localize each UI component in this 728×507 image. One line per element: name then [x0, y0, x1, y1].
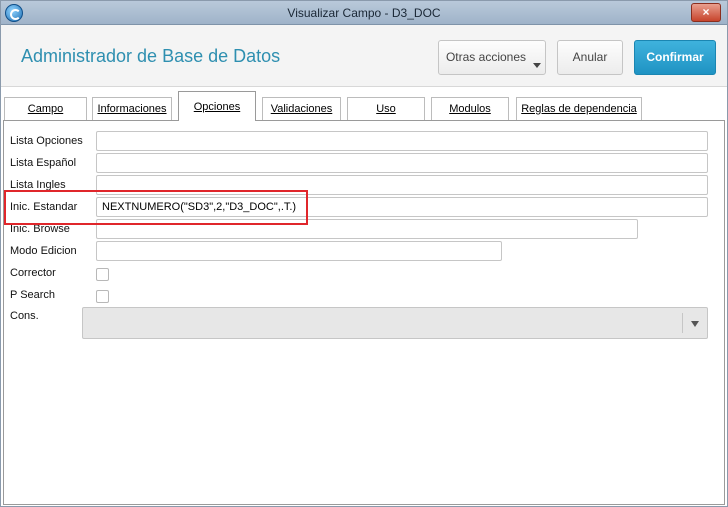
corrector-label: Corrector [10, 267, 56, 279]
confirm-button[interactable]: Confirmar [634, 40, 716, 75]
page-title: Administrador de Base de Datos [21, 46, 281, 66]
modo-edicion-input[interactable] [96, 241, 502, 261]
cancel-button[interactable]: Anular [557, 40, 623, 75]
p-search-checkbox[interactable] [96, 290, 109, 303]
corrector-checkbox[interactable] [96, 268, 109, 281]
cons-label: Cons. [10, 310, 39, 322]
tab-uso[interactable]: Uso [347, 97, 425, 120]
lista-opciones-input[interactable] [96, 131, 708, 151]
highlight-box [4, 190, 308, 225]
window-title: Visualizar Campo - D3_DOC [287, 6, 441, 20]
cons-select[interactable] [82, 307, 708, 339]
p-search-label: P Search [10, 289, 56, 301]
other-actions-button[interactable]: Otras acciones [438, 40, 546, 75]
tab-bar: Campo Informaciones Opciones Validacione… [1, 87, 727, 121]
tab-campo[interactable]: Campo [4, 97, 87, 120]
lista-opciones-label: Lista Opciones [10, 135, 83, 147]
close-button[interactable]: × [691, 3, 721, 22]
select-divider [682, 313, 683, 333]
other-actions-label: Otras acciones [445, 50, 527, 64]
chevron-down-icon [533, 63, 541, 68]
dropdown-arrow-icon[interactable] [691, 321, 699, 327]
tab-informaciones[interactable]: Informaciones [92, 97, 172, 120]
header-bar: Administrador de Base de Datos Otras acc… [1, 25, 727, 87]
modo-edicion-label: Modo Edicion [10, 245, 77, 257]
tab-opciones[interactable]: Opciones [178, 91, 256, 121]
dialog-window: Visualizar Campo - D3_DOC × Administrado… [0, 0, 728, 507]
lista-espanol-input[interactable] [96, 153, 708, 173]
tab-reglas-de-dependencia[interactable]: Reglas de dependencia [516, 97, 642, 120]
lista-espanol-label: Lista Español [10, 157, 77, 169]
tab-modulos[interactable]: Modulos [431, 97, 509, 120]
title-bar: Visualizar Campo - D3_DOC × [1, 1, 727, 25]
tab-validaciones[interactable]: Validaciones [262, 97, 341, 120]
